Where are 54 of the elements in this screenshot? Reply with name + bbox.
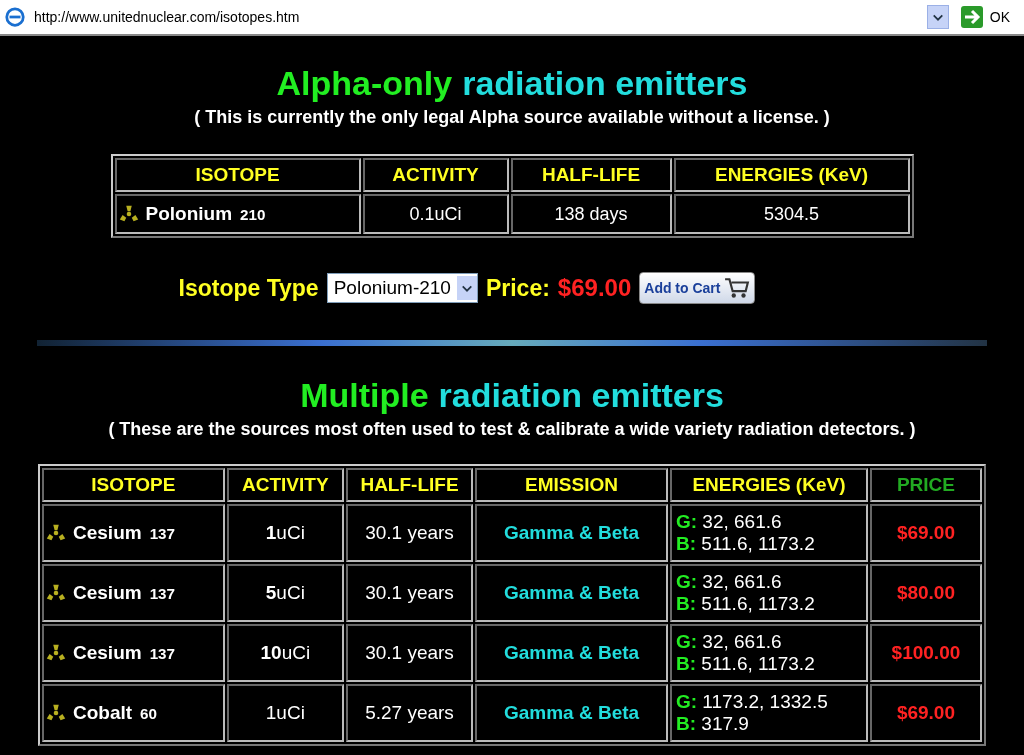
table-cell: 1uCi bbox=[226, 684, 344, 742]
energy-line: G: 1173.2, 1332.5 bbox=[675, 691, 829, 713]
table-cell: Gamma & Beta bbox=[475, 624, 668, 682]
dropdown-button[interactable] bbox=[926, 5, 949, 29]
energy-line: G: 32, 661.6 bbox=[675, 511, 783, 533]
cart-icon bbox=[724, 276, 751, 300]
column-header: HALF-LIFE bbox=[345, 468, 474, 502]
browser-logo-icon bbox=[4, 6, 26, 28]
column-header: ACTIVITY bbox=[362, 158, 509, 192]
go-label: OK bbox=[989, 9, 1010, 25]
section-title: radiation emitters bbox=[462, 64, 748, 103]
energy-line: G: 32, 661.6 bbox=[675, 571, 783, 593]
column-header: HALF-LIFE bbox=[510, 158, 672, 192]
table-cell: 30.1 years bbox=[345, 564, 474, 622]
section-title: radiation emitters bbox=[438, 376, 724, 415]
table-cell: 5uCi bbox=[226, 564, 344, 622]
energy-line: B: 511.6, 1173.2 bbox=[675, 653, 816, 675]
column-header: ENERGIES (KeV) bbox=[669, 468, 868, 502]
table-cell: 30.1 years bbox=[345, 504, 474, 562]
url-field[interactable]: http://www.unitednuclear.com/isotopes.htm bbox=[30, 6, 923, 28]
section-title: Alpha-only bbox=[276, 64, 453, 103]
subtitle: ( These are the sources most often used to test & calibrate a wide variety radiation detectors. ) bbox=[108, 419, 916, 440]
section-title: Multiple bbox=[300, 376, 429, 415]
table-cell: 0.1uCi bbox=[362, 194, 509, 234]
column-header: ISOTOPE bbox=[42, 468, 225, 502]
subtitle: ( This is currently the only legal Alpha source available without a license. ) bbox=[194, 107, 830, 128]
column-header: EMISSION bbox=[475, 468, 668, 502]
column-header: ENERGIES (KeV) bbox=[673, 158, 910, 192]
table-cell: Gamma & Beta bbox=[475, 564, 668, 622]
go-button[interactable]: OK bbox=[952, 5, 1020, 29]
table-cell: $69.00 bbox=[869, 504, 982, 562]
column-header: ISOTOPE bbox=[114, 158, 361, 192]
energy-line: G: 32, 661.6 bbox=[675, 631, 783, 653]
isotope-select[interactable]: Polonium-210 bbox=[326, 273, 478, 303]
isotope-type-label: Isotope Type bbox=[178, 274, 319, 302]
energy-line: B: 511.6, 1173.2 bbox=[675, 593, 816, 615]
price-label: Price: bbox=[485, 274, 550, 302]
table-cell: Gamma & Beta bbox=[475, 684, 668, 742]
column-header: ACTIVITY bbox=[226, 468, 344, 502]
energy-line: B: 317.9 bbox=[675, 713, 750, 735]
table-cell: 5.27 years bbox=[345, 684, 474, 742]
price-value: $69.00 bbox=[557, 274, 632, 302]
table-cell: 5304.5 bbox=[673, 194, 910, 234]
energy-line: B: 511.6, 1173.2 bbox=[675, 533, 816, 555]
table-cell: $80.00 bbox=[869, 564, 982, 622]
table-cell: 30.1 years bbox=[345, 624, 474, 682]
add-to-cart-button[interactable]: Add to Cart bbox=[639, 272, 756, 304]
table-cell: 1uCi bbox=[226, 504, 344, 562]
table-cell: 10uCi bbox=[226, 624, 344, 682]
table-cell: $100.00 bbox=[869, 624, 982, 682]
column-header: PRICE bbox=[869, 468, 982, 502]
table-cell: $69.00 bbox=[869, 684, 982, 742]
table-cell: 138 days bbox=[510, 194, 672, 234]
table-cell: Gamma & Beta bbox=[475, 504, 668, 562]
